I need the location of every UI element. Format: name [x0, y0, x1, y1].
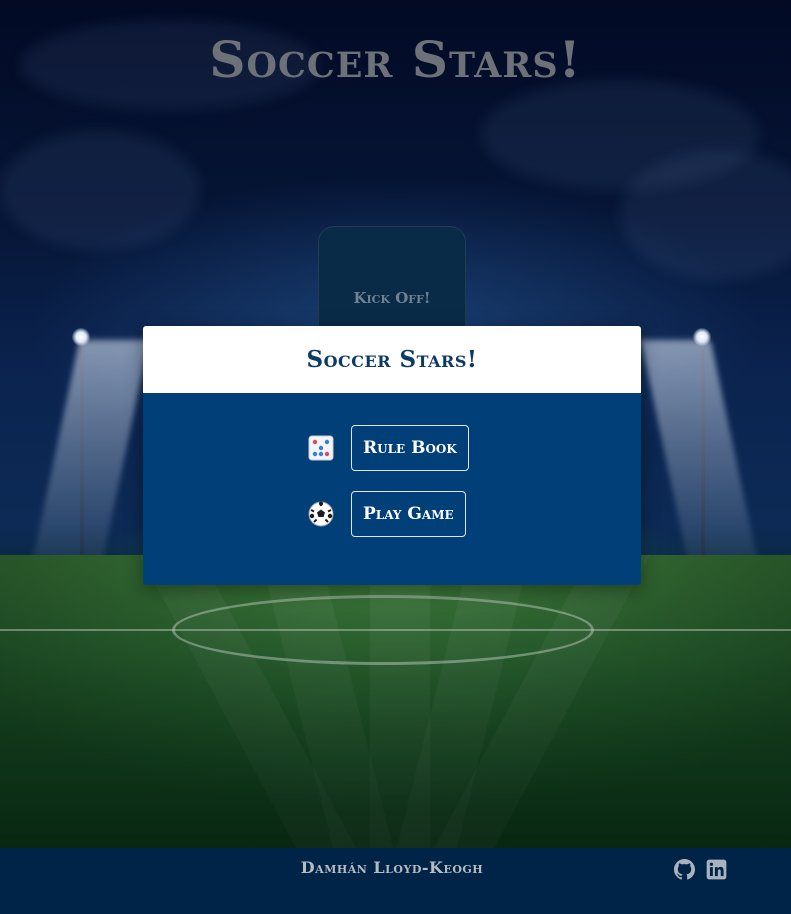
modal-header: Soccer Stars! [143, 326, 641, 393]
page-title: Soccer Stars! [209, 30, 582, 89]
menu-modal: Soccer Stars! Rule Book Play Game [143, 326, 641, 585]
play-game-button[interactable]: Play Game [351, 491, 466, 537]
github-link[interactable] [674, 859, 695, 880]
cloud [0, 130, 200, 250]
soccer-ball-icon [308, 501, 334, 527]
linkedin-icon [706, 859, 727, 880]
author-name: Damhán Lloyd-Keogh [300, 858, 484, 877]
rule-book-button[interactable]: Rule Book [351, 425, 469, 471]
floodlight-left-icon [72, 328, 90, 346]
footer: Damhán Lloyd-Keogh [0, 848, 791, 914]
dice-icon [308, 435, 334, 461]
floodlight-right-icon [693, 328, 711, 346]
menu-row-rule-book: Rule Book [308, 425, 469, 471]
menu-row-play-game: Play Game [308, 491, 466, 537]
github-icon [674, 859, 695, 880]
center-circle [172, 595, 594, 665]
linkedin-link[interactable] [706, 859, 727, 880]
modal-body: Rule Book Play Game [143, 393, 641, 585]
modal-title: Soccer Stars! [306, 346, 478, 373]
pitch [0, 555, 791, 848]
